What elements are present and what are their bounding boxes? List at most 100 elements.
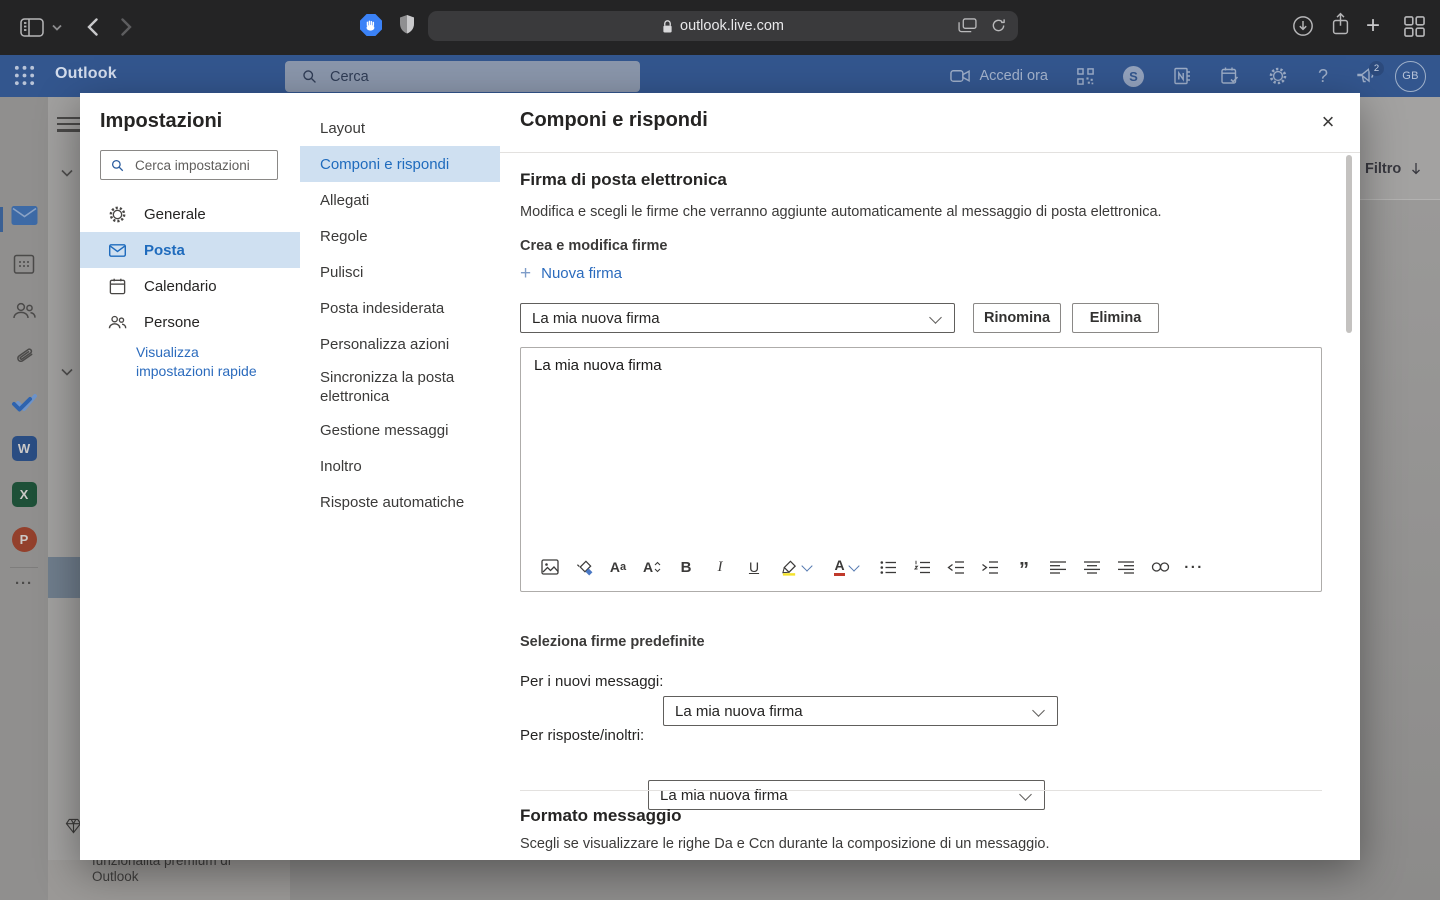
collapse-chevron-icon[interactable] — [61, 368, 73, 376]
message-format-heading: Formato messaggio — [520, 806, 682, 826]
rail-attachments-icon[interactable] — [0, 345, 48, 368]
selected-message-row[interactable] — [48, 557, 80, 598]
more-formatting-icon[interactable]: ··· — [1177, 552, 1211, 582]
onenote-icon[interactable] — [1172, 66, 1192, 86]
search-input[interactable] — [328, 68, 582, 86]
filter-label[interactable]: Filtro — [1365, 161, 1401, 177]
new-messages-select[interactable]: La mia nuova firma — [663, 696, 1058, 726]
signature-name-select[interactable]: La mia nuova firma — [520, 303, 955, 333]
font-name-icon[interactable]: Aa — [601, 552, 635, 582]
settings-gear-icon[interactable] — [1268, 66, 1288, 86]
bullet-list-icon[interactable] — [871, 552, 905, 582]
calendar-check-icon[interactable] — [1220, 66, 1240, 86]
lock-icon — [662, 19, 673, 34]
rail-todo-icon[interactable] — [0, 391, 48, 415]
insert-image-icon[interactable] — [533, 552, 567, 582]
reload-icon[interactable] — [991, 18, 1006, 33]
section-layout[interactable]: Layout — [300, 110, 500, 146]
collapse-chevron-icon[interactable] — [61, 169, 73, 177]
app-title: Outlook — [55, 65, 117, 83]
whats-new-icon[interactable]: 2 — [1356, 67, 1377, 85]
tab-copy-icon[interactable] — [958, 18, 977, 33]
blockquote-icon[interactable]: ” — [1007, 549, 1041, 585]
signature-editor-text: La mia nuova firma — [534, 357, 662, 374]
section-componi-e-rispondi[interactable]: Componi e rispondi — [300, 146, 500, 182]
quick-settings-link[interactable]: Visualizza impostazioni rapide — [136, 343, 271, 381]
signature-editor[interactable]: La mia nuova firma Aa A B I — [520, 347, 1322, 592]
content-blocker-icon[interactable] — [360, 14, 382, 36]
rail-excel-icon[interactable]: X — [0, 482, 48, 507]
new-messages-label: Per i nuovi messaggi: — [520, 673, 663, 690]
editor-toolbar: Aa A B I U A — [533, 549, 1211, 585]
app-launcher-icon[interactable] — [13, 64, 36, 87]
meet-now-icon[interactable] — [950, 68, 971, 84]
rail-more-icon[interactable]: ··· — [0, 575, 48, 592]
decrease-indent-icon[interactable] — [939, 552, 973, 582]
underline-icon[interactable]: U — [737, 552, 771, 582]
increase-indent-icon[interactable] — [973, 552, 1007, 582]
insert-link-icon[interactable] — [1143, 552, 1177, 582]
settings-search-box[interactable] — [100, 150, 278, 180]
section-gestione-messaggi[interactable]: Gestione messaggi — [300, 412, 500, 448]
align-center-icon[interactable] — [1075, 552, 1109, 582]
chevron-down-icon — [848, 560, 859, 571]
settings-search-input[interactable] — [133, 157, 267, 174]
font-color-icon[interactable]: A — [821, 552, 871, 582]
privacy-shield-icon[interactable] — [398, 14, 416, 36]
qr-code-icon[interactable] — [1076, 67, 1095, 86]
panel-header: Componi e rispondi × — [500, 93, 1360, 153]
sidebar-menu-chevron-icon[interactable] — [52, 24, 62, 31]
share-icon[interactable] — [1331, 11, 1350, 37]
numbered-list-icon[interactable] — [905, 552, 939, 582]
format-painter-icon[interactable] — [567, 552, 601, 582]
category-persone[interactable]: Persone — [80, 304, 300, 340]
section-allegati[interactable]: Allegati — [300, 182, 500, 218]
section-pulisci[interactable]: Pulisci — [300, 254, 500, 290]
section-divider — [520, 790, 1322, 791]
highlight-color-icon[interactable] — [771, 552, 821, 582]
replies-select[interactable]: La mia nuova firma — [648, 780, 1045, 810]
search-icon — [110, 158, 125, 173]
notification-badge: 2 — [1369, 61, 1384, 76]
new-tab-icon[interactable]: + — [1366, 16, 1380, 36]
section-posta-indesiderata[interactable]: Posta indesiderata — [300, 290, 500, 326]
avatar[interactable]: GB — [1395, 61, 1426, 92]
sign-in-link[interactable]: Accedi ora — [979, 68, 1048, 84]
rail-mail-icon[interactable] — [0, 205, 48, 226]
calendar-icon — [108, 277, 128, 296]
font-size-icon[interactable]: A — [635, 552, 669, 582]
section-risposte-automatiche[interactable]: Risposte automatiche — [300, 484, 500, 520]
downloads-icon[interactable] — [1292, 15, 1314, 37]
address-bar[interactable]: outlook.live.com — [428, 11, 1018, 41]
sidebar-toggle-icon[interactable] — [20, 18, 44, 37]
rail-powerpoint-icon[interactable]: P — [0, 527, 48, 552]
rename-button[interactable]: Rinomina — [973, 303, 1061, 333]
category-generale[interactable]: Generale — [80, 196, 300, 232]
rail-word-icon[interactable]: W — [0, 436, 48, 461]
new-signature-button[interactable]: + Nuova firma — [520, 265, 622, 282]
section-personalizza-azioni[interactable]: Personalizza azioni — [300, 326, 500, 362]
section-sincronizza-posta[interactable]: Sincronizza la posta elettronica — [300, 362, 460, 412]
skype-icon[interactable]: S — [1123, 66, 1144, 87]
back-button[interactable] — [87, 18, 98, 36]
url-text: outlook.live.com — [680, 18, 784, 34]
bold-icon[interactable]: B — [669, 552, 703, 582]
section-regole[interactable]: Regole — [300, 218, 500, 254]
category-calendario[interactable]: Calendario — [80, 268, 300, 304]
modal-scrollbar[interactable] — [1346, 155, 1352, 333]
chevron-down-icon — [1032, 704, 1045, 717]
chevron-down-icon — [801, 560, 812, 571]
category-posta[interactable]: Posta — [80, 232, 300, 268]
align-left-icon[interactable] — [1041, 552, 1075, 582]
header-search-bar[interactable] — [285, 61, 640, 92]
close-icon[interactable]: × — [1315, 109, 1341, 135]
rail-people-icon[interactable] — [0, 299, 48, 321]
section-inoltro[interactable]: Inoltro — [300, 448, 500, 484]
delete-button[interactable]: Elimina — [1072, 303, 1159, 333]
italic-icon[interactable]: I — [703, 552, 737, 582]
align-right-icon[interactable] — [1109, 552, 1143, 582]
tab-overview-icon[interactable] — [1404, 16, 1425, 37]
rail-calendar-icon[interactable] — [0, 253, 48, 275]
forward-button[interactable] — [121, 18, 132, 36]
help-icon[interactable]: ? — [1318, 66, 1328, 87]
